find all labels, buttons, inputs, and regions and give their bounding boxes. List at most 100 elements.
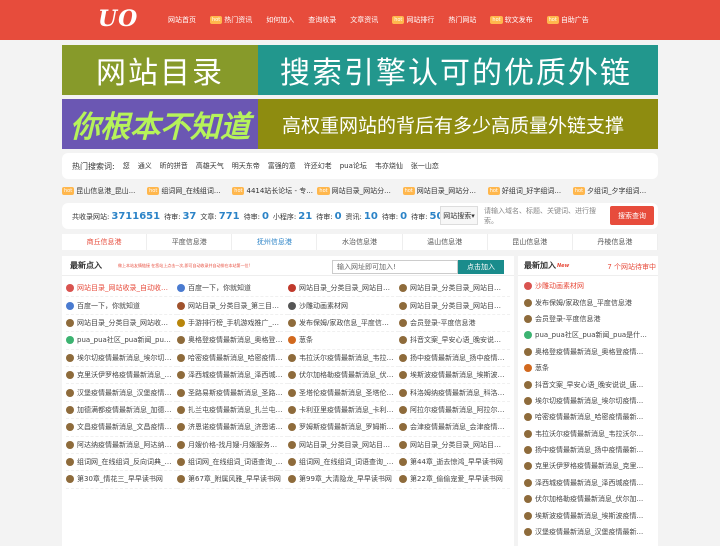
hot-keyword[interactable]: 明天东帝 (232, 161, 260, 171)
site-link[interactable]: 阿拉尔疫情最新消息_阿拉尔疫... (399, 402, 510, 420)
site-link[interactable]: 网站目录_网站收录_自动收录... (66, 280, 177, 298)
site-link[interactable]: 沙雕动画素材网 (288, 297, 399, 315)
site-link[interactable]: 卡利亚里疫情最新消息_卡利亚... (288, 402, 399, 420)
site-link[interactable]: 网站目录_分类目录_网站目录... (399, 297, 510, 315)
nav-item[interactable]: hot 热门资讯 (210, 15, 252, 25)
site-link[interactable]: 网站目录_分类目录_网站目录... (399, 280, 510, 298)
site-link[interactable]: pua_pua社区_pua新闻_pua是... (66, 332, 177, 350)
site-link[interactable]: 组词网_在线组词_词语查询_字... (177, 454, 288, 472)
site-link[interactable]: 会员登录-平度信息港 (399, 315, 510, 333)
site-link[interactable]: 抖音文案_早安心语_晚安说说... (399, 332, 510, 350)
site-link[interactable]: 网站目录_分类目录_网站目录... (399, 437, 510, 454)
site-link[interactable]: 会津疫情最新消息_会津疫情最... (399, 419, 510, 437)
hot-keyword[interactable]: 韦亦烧仙 (375, 161, 403, 171)
nav-item[interactable]: hot 网站排行 (392, 15, 434, 25)
site-link[interactable]: 罗姆斯疫情最新消息_罗姆斯疫... (288, 419, 399, 437)
nav-item[interactable]: hot 软文发布 (490, 15, 533, 25)
site-link[interactable]: 克里沃伊罗格疫情最新消息_克... (66, 367, 177, 385)
banner-directory[interactable]: 网站目录 搜索引擎认可的优质外链 (62, 45, 658, 95)
ticker-item[interactable]: hot 昆山信息港_昆山... (62, 186, 147, 196)
site-link[interactable]: 汉堡疫情最新消息_汉堡疫情最... (66, 384, 177, 402)
site-link[interactable]: 扬中疫情最新消息_扬中疫情最... (399, 350, 510, 367)
category-tab[interactable]: 抚州信息港 (232, 234, 318, 250)
ticker-item[interactable]: hot 好组词_好字组词... (487, 186, 573, 196)
nav-item[interactable]: 文章资讯 (350, 15, 378, 25)
hot-keyword[interactable]: 张一山恋 (411, 161, 439, 171)
ticker-item[interactable]: hot 网站目录_网站分... (317, 186, 402, 196)
add-url-button[interactable]: 点击加入 (458, 260, 504, 274)
latest-site-link[interactable]: 奥格登疫情最新消息_奥格登疫情... (518, 344, 658, 360)
site-link[interactable]: 伏尔加格勒疫情最新消息_伏尔... (288, 367, 399, 385)
site-link[interactable]: 韦拉沃尔疫情最新消息_韦拉沃... (288, 350, 399, 367)
site-link[interactable]: 阿达纳疫情最新消息_阿达纳疫... (66, 437, 177, 454)
category-tab[interactable]: 温山信息港 (403, 234, 488, 250)
category-tab[interactable]: 水治信息港 (317, 234, 403, 250)
nav-item[interactable]: 如何加入 (266, 15, 294, 25)
latest-site-link[interactable]: 埃尔切疫情最新消息_埃尔切疫情... (518, 393, 658, 409)
site-link[interactable]: 哈密疫情最新消息_哈密疫情最... (177, 350, 288, 367)
latest-site-link[interactable]: 会员登录-平度信息港 (518, 311, 658, 327)
pending-count[interactable]: 7 个网站待审中 (607, 262, 656, 272)
nav-item[interactable]: 查询收录 (308, 15, 336, 25)
site-link[interactable]: 扎兰屯疫情最新消息_扎兰屯疫... (177, 402, 288, 420)
site-link[interactable]: 文昌疫情最新消息_文昌疫情最... (66, 419, 177, 437)
latest-site-link[interactable]: 伏尔加格勒疫情最新消息_伏尔加... (518, 491, 658, 507)
latest-site-link[interactable]: 韦拉沃尔疫情最新消息_韦拉沃尔... (518, 426, 658, 442)
search-input[interactable]: 请输入域名、标题、关键词、进行搜索。 (481, 206, 609, 225)
site-link[interactable]: 第67章_附属风雅_早早读书网 (177, 471, 288, 489)
add-url-input[interactable]: 输入网址即可加入! (332, 260, 458, 274)
category-tab[interactable]: 平度信息港 (147, 234, 233, 250)
site-link[interactable]: 网站目录_分类目录_第三目录_... (177, 297, 288, 315)
latest-site-link[interactable]: 哈密疫情最新消息_哈密疫情最新... (518, 409, 658, 425)
site-link[interactable]: 第22章_偷偷宠爱_早早读书网 (399, 471, 510, 489)
site-link[interactable]: 科洛姆纳疫情最新消息_科洛姆... (399, 384, 510, 402)
latest-site-link[interactable]: 发布保姆/家政信息_平度信息港 (518, 294, 658, 310)
hot-keyword[interactable]: 您 (123, 161, 130, 171)
ticker-item[interactable]: hot 夕组词_夕字组词... (572, 186, 658, 196)
search-type-select[interactable]: 网站搜索▾ (440, 206, 478, 225)
category-tab[interactable]: 商丘信息港 (62, 234, 148, 250)
latest-site-link[interactable]: 埃斯波疫情最新消息_埃斯波疫情... (518, 507, 658, 523)
site-link[interactable]: 葱条 (288, 332, 399, 350)
site-link[interactable]: 第30章_情花三_早早读书网 (66, 471, 177, 489)
ticker-item[interactable]: hot 4414站长论坛 - 专... (232, 186, 317, 196)
latest-site-link[interactable]: 沙雕动画素材网 (518, 278, 658, 294)
site-link[interactable]: 济恩诺疫情最新消息_济恩诺疫... (177, 419, 288, 437)
site-logo[interactable]: UO (98, 6, 138, 32)
site-link[interactable]: 手游排行榜_手机游戏推广_最... (177, 315, 288, 333)
nav-item[interactable]: hot 自助广告 (546, 15, 589, 25)
site-link[interactable]: 奥格登疫情最新消息_奥格登疫... (177, 332, 288, 350)
search-button[interactable]: 搜索查询 (610, 206, 654, 225)
hot-keyword[interactable]: 通义 (138, 161, 152, 171)
site-link[interactable]: 第44章_逝去惊鸿_早早读书网 (399, 454, 510, 472)
site-link[interactable]: 第99章_大清隐龙_早早读书网 (288, 471, 399, 489)
ticker-item[interactable]: hot 组词网_在线组词... (147, 186, 232, 196)
site-link[interactable]: 组词网_在线组词_词语查询_猜... (288, 454, 399, 472)
site-link[interactable]: 组词网_在线组词_反向词典_词... (66, 454, 177, 472)
site-link[interactable]: 加德满都疫情最新消息_加德满... (66, 402, 177, 420)
site-link[interactable]: 百度一下，你就知道 (66, 297, 177, 315)
site-link[interactable]: 网站目录_分类目录_网站目录... (288, 280, 399, 298)
latest-site-link[interactable]: pua_pua社区_pua新闻_pua是什... (518, 327, 658, 343)
latest-site-link[interactable]: 葱条 (518, 360, 658, 376)
site-link[interactable]: 网站目录_分类目录_网站收录... (66, 315, 177, 333)
site-link[interactable]: 网站目录_分类目录_网站目录... (288, 437, 399, 454)
banner-backlinks[interactable]: 你根本不知道 高权重网站的背后有多少高质量外链支撑 (62, 99, 658, 149)
site-link[interactable]: 百度一下，你就知道 (177, 280, 288, 298)
hot-keyword[interactable]: 昕的拼音 (160, 161, 188, 171)
site-link[interactable]: 圣塔伦疫情最新消息_圣塔伦疫... (288, 384, 399, 402)
nav-item[interactable]: 热门网站 (448, 15, 476, 25)
latest-site-link[interactable]: 汉堡疫情最新消息_汉堡疫情最新... (518, 524, 658, 540)
latest-site-link[interactable]: 抖音文案_早安心语_晚安说说_唐... (518, 376, 658, 392)
nav-item[interactable]: 网站首页 (168, 15, 196, 25)
site-link[interactable]: 泽西城疫情最新消息_泽西城疫... (177, 367, 288, 385)
latest-site-link[interactable]: 扬中疫情最新消息_扬中疫情最新... (518, 442, 658, 458)
latest-site-link[interactable]: 泽西城疫情最新消息_泽西城疫情... (518, 475, 658, 491)
latest-site-link[interactable]: 克里沃伊罗格疫情最新消息_克里... (518, 458, 658, 474)
site-link[interactable]: 发布保姆/家政信息_平度信息港 (288, 315, 399, 333)
hot-keyword[interactable]: 富强的意 (268, 161, 296, 171)
site-link[interactable]: 埃斯波疫情最新消息_埃斯波疫... (399, 367, 510, 385)
ticker-item[interactable]: hot 网站目录_网站分... (402, 186, 488, 196)
site-link[interactable]: 圣路易斯疫情最新消息_圣路易... (177, 384, 288, 402)
category-tab[interactable]: 昆山信息港 (488, 234, 573, 250)
